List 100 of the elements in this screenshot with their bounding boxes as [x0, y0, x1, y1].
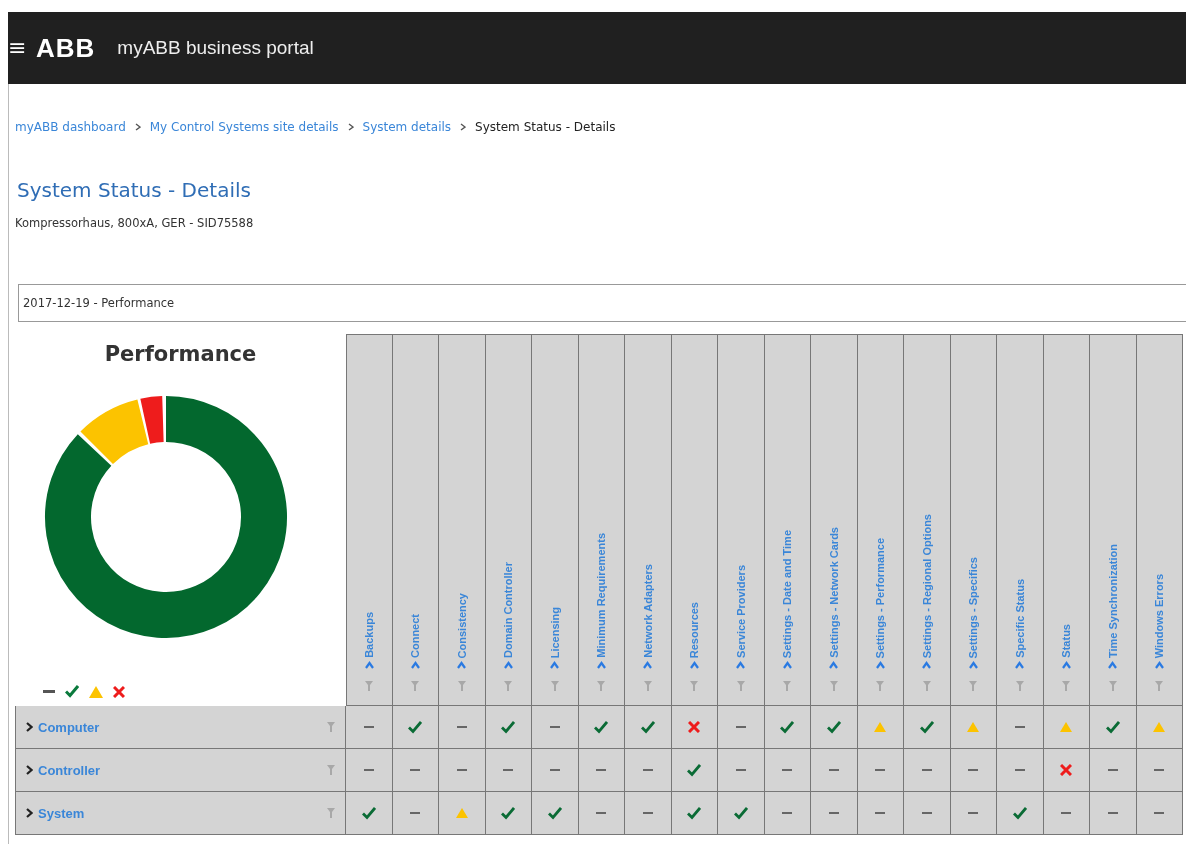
column-header-link[interactable]: Service Providers — [734, 565, 747, 658]
chevron-icon — [875, 661, 885, 669]
dash-icon — [642, 769, 653, 771]
column-header-link[interactable]: Settings - Performance — [874, 537, 887, 658]
column-header-link[interactable]: Time Synchronization — [1106, 543, 1119, 658]
column-header-link[interactable]: Network Adapters — [641, 564, 654, 658]
dash-icon[interactable] — [43, 690, 55, 693]
cross-icon — [688, 721, 701, 733]
filter-icon[interactable] — [922, 681, 931, 691]
dash-icon — [1107, 769, 1118, 771]
chevron-icon[interactable] — [26, 765, 33, 775]
filter-icon[interactable] — [876, 681, 885, 691]
filter-icon[interactable] — [969, 681, 978, 691]
chevron-icon — [782, 661, 792, 669]
filter-icon[interactable] — [550, 681, 559, 691]
menu-icon[interactable]: ≡ — [8, 37, 22, 59]
dash-icon — [921, 812, 932, 814]
check-icon — [501, 720, 516, 734]
column-header-link[interactable]: Status — [1060, 624, 1073, 658]
dash-icon — [456, 726, 467, 728]
filter-icon[interactable] — [643, 681, 652, 691]
warning-icon — [1060, 722, 1073, 732]
dash-icon — [875, 769, 886, 771]
logo: ABB — [36, 32, 96, 64]
dash-icon — [1154, 769, 1165, 771]
check-icon — [687, 806, 702, 820]
filter-icon[interactable] — [365, 681, 374, 691]
check-icon — [547, 806, 562, 820]
filter-icon[interactable] — [1015, 681, 1024, 691]
chevron-icon[interactable] — [26, 808, 33, 818]
chevron-icon — [1108, 661, 1118, 669]
filter-icon[interactable] — [829, 681, 838, 691]
dash-icon — [363, 769, 374, 771]
breadcrumb-link[interactable]: System details — [362, 120, 452, 134]
dash-icon — [735, 769, 746, 771]
report-dropdown[interactable]: 2017-12-19 - Performance — [18, 284, 1186, 322]
site-subtitle: Kompressorhaus, 800xA, GER - SID75588 — [15, 216, 255, 230]
column-header-link[interactable]: Windows Errors — [1153, 573, 1166, 658]
chevron-icon — [503, 661, 513, 669]
filter-icon[interactable] — [783, 681, 792, 691]
filter-icon[interactable] — [504, 681, 513, 691]
column-header-link[interactable]: Settings - Regional Options — [920, 513, 933, 658]
dash-icon — [875, 812, 886, 814]
dash-icon — [735, 726, 746, 728]
column-header-link[interactable]: Settings - Network Cards — [827, 527, 840, 658]
filter-icon[interactable] — [1108, 681, 1117, 691]
filter-icon[interactable] — [327, 722, 335, 732]
row-header-link[interactable]: Controller — [38, 762, 327, 778]
filter-icon[interactable] — [411, 681, 420, 691]
column-header-link[interactable]: Consistency — [455, 592, 468, 658]
check-icon — [780, 720, 795, 734]
breadcrumb-separator-icon — [134, 123, 141, 131]
breadcrumb-link[interactable]: myABB dashboard — [15, 120, 126, 134]
check-icon — [919, 720, 934, 734]
chevron-icon[interactable] — [26, 722, 33, 732]
filter-icon[interactable] — [1155, 681, 1164, 691]
filter-icon[interactable] — [736, 681, 745, 691]
column-header-link[interactable]: Backups — [363, 612, 376, 658]
chevron-icon — [364, 661, 374, 669]
column-header-link[interactable]: Connect — [409, 614, 422, 658]
chevron-icon — [457, 661, 467, 669]
filter-icon[interactable] — [327, 765, 335, 775]
column-header-link[interactable]: Specific Status — [1013, 579, 1026, 658]
row-header-link[interactable]: System — [38, 805, 327, 821]
dash-icon — [596, 812, 607, 814]
filter-icon[interactable] — [1062, 681, 1071, 691]
column-header-link[interactable]: Settings - Date and Time — [781, 529, 794, 658]
dash-icon — [1154, 812, 1165, 814]
column-header-link[interactable]: Settings - Specifics — [967, 556, 980, 658]
check-icon — [501, 806, 516, 820]
dash-icon — [456, 769, 467, 771]
warning-icon — [874, 722, 887, 732]
breadcrumb-current: System Status - Details — [475, 120, 616, 134]
filter-icon[interactable] — [690, 681, 699, 691]
breadcrumb-separator-icon — [347, 123, 354, 131]
dash-icon — [410, 769, 421, 771]
dash-icon — [596, 769, 607, 771]
dash-icon — [549, 769, 560, 771]
column-header-link[interactable]: Licensing — [548, 606, 561, 658]
chevron-icon — [643, 661, 653, 669]
dash-icon — [828, 812, 839, 814]
column-header-link[interactable]: Minimum Requirements — [595, 533, 608, 658]
filter-icon[interactable] — [597, 681, 606, 691]
column-header-link[interactable]: Domain Controller — [502, 562, 515, 658]
chevron-icon — [736, 661, 746, 669]
filter-icon[interactable] — [327, 808, 335, 818]
check-icon — [1012, 806, 1027, 820]
check-icon[interactable] — [65, 685, 79, 698]
row-header-link[interactable]: Computer — [38, 719, 327, 735]
warning-icon[interactable] — [89, 685, 103, 698]
chevron-icon — [829, 661, 839, 669]
dash-icon — [410, 812, 421, 814]
column-header-link[interactable]: Resources — [688, 601, 701, 658]
dash-icon — [642, 812, 653, 814]
dash-icon — [549, 726, 560, 728]
cross-icon[interactable] — [113, 685, 125, 698]
breadcrumb-link[interactable]: My Control Systems site details — [149, 120, 339, 134]
chevron-icon — [689, 661, 699, 669]
dash-icon — [1014, 726, 1025, 728]
filter-icon[interactable] — [457, 681, 466, 691]
